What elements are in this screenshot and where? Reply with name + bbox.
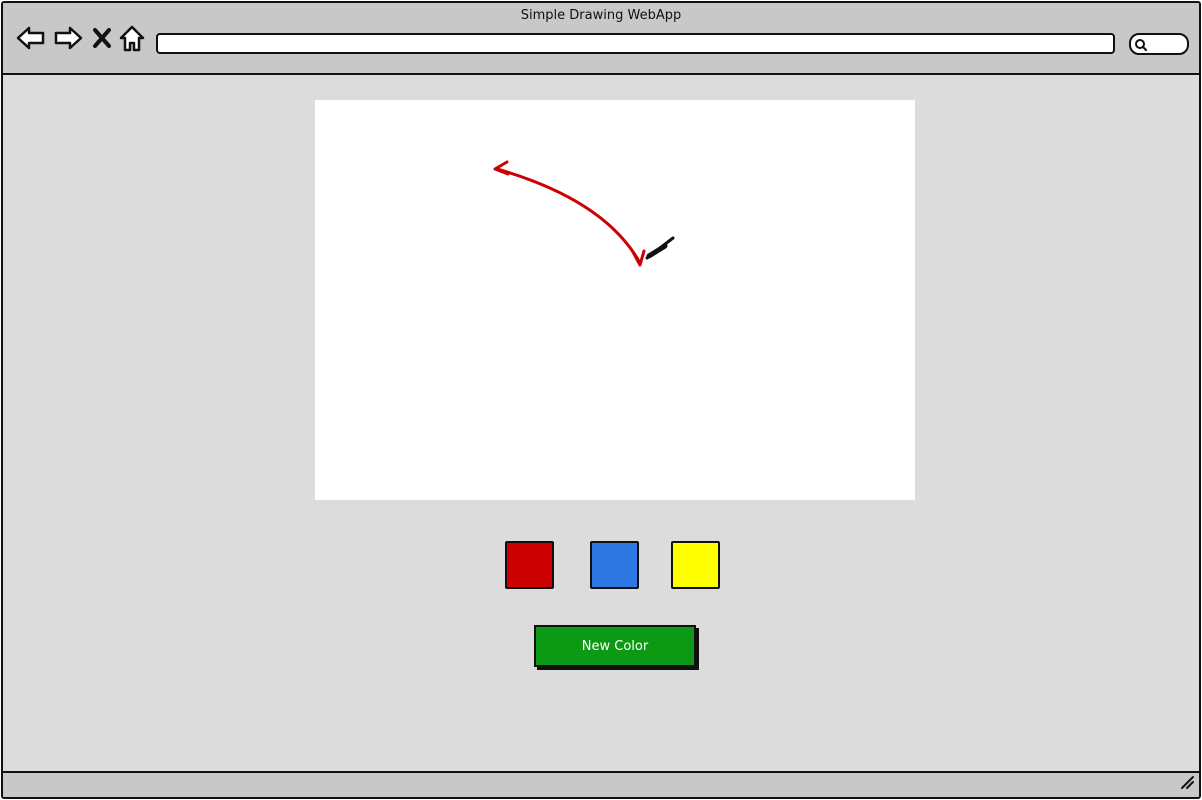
back-arrow-icon[interactable] [16,25,46,51]
new-color-button[interactable]: New Color [534,625,696,667]
forward-arrow-icon[interactable] [53,25,83,51]
drawn-stroke [493,160,646,267]
status-bar [3,771,1199,797]
drawing-canvas[interactable] [315,100,915,500]
resize-grip-icon[interactable] [1179,774,1195,794]
window-title: Simple Drawing WebApp [520,8,682,23]
home-icon[interactable] [119,25,145,53]
search-input[interactable] [1129,33,1189,55]
search-icon [1134,37,1148,56]
browser-window: Simple Drawing WebApp New Color [1,1,1201,799]
yellow-swatch[interactable] [671,541,720,589]
blue-swatch[interactable] [590,541,639,589]
close-icon[interactable] [93,28,111,48]
pen-cursor-icon [645,236,675,260]
address-bar[interactable] [156,33,1115,54]
browser-toolbar: Simple Drawing WebApp [3,3,1199,75]
page-content: New Color [3,75,1199,771]
red-swatch[interactable] [505,541,554,589]
